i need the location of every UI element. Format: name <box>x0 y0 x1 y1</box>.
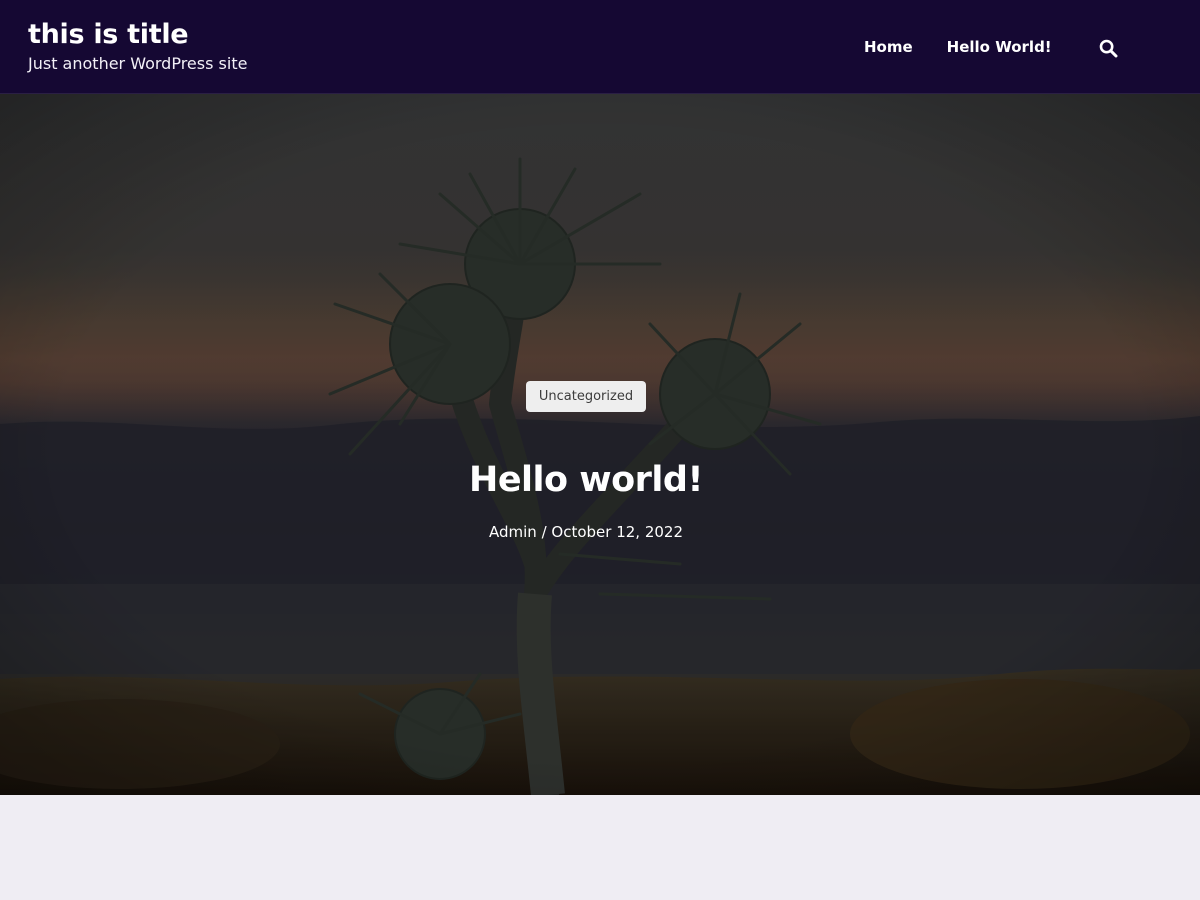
site-header: this is title Just another WordPress sit… <box>0 0 1200 94</box>
search-icon <box>1099 39 1117 57</box>
site-tagline: Just another WordPress site <box>28 54 248 73</box>
primary-navigation: Home Hello World! <box>864 37 1052 57</box>
hero-content: Uncategorized Hello world! Admin / Octob… <box>0 94 1200 795</box>
nav-item-home[interactable]: Home <box>864 37 913 57</box>
post-title: Hello world! <box>469 460 703 500</box>
post-meta: Admin / October 12, 2022 <box>0 522 1172 542</box>
content-area <box>0 795 1200 900</box>
nav-item-hello-world[interactable]: Hello World! <box>947 37 1052 57</box>
featured-hero: Uncategorized Hello world! Admin / Octob… <box>0 94 1200 795</box>
post-author-link[interactable]: Admin <box>489 523 537 541</box>
category-badge[interactable]: Uncategorized <box>526 381 646 412</box>
site-title-link[interactable]: this is title <box>28 18 247 52</box>
search-button[interactable] <box>1097 37 1119 59</box>
site-branding: this is title Just another WordPress sit… <box>28 18 247 75</box>
post-meta-separator: / <box>541 523 547 541</box>
post-date-link[interactable]: October 12, 2022 <box>551 523 683 541</box>
